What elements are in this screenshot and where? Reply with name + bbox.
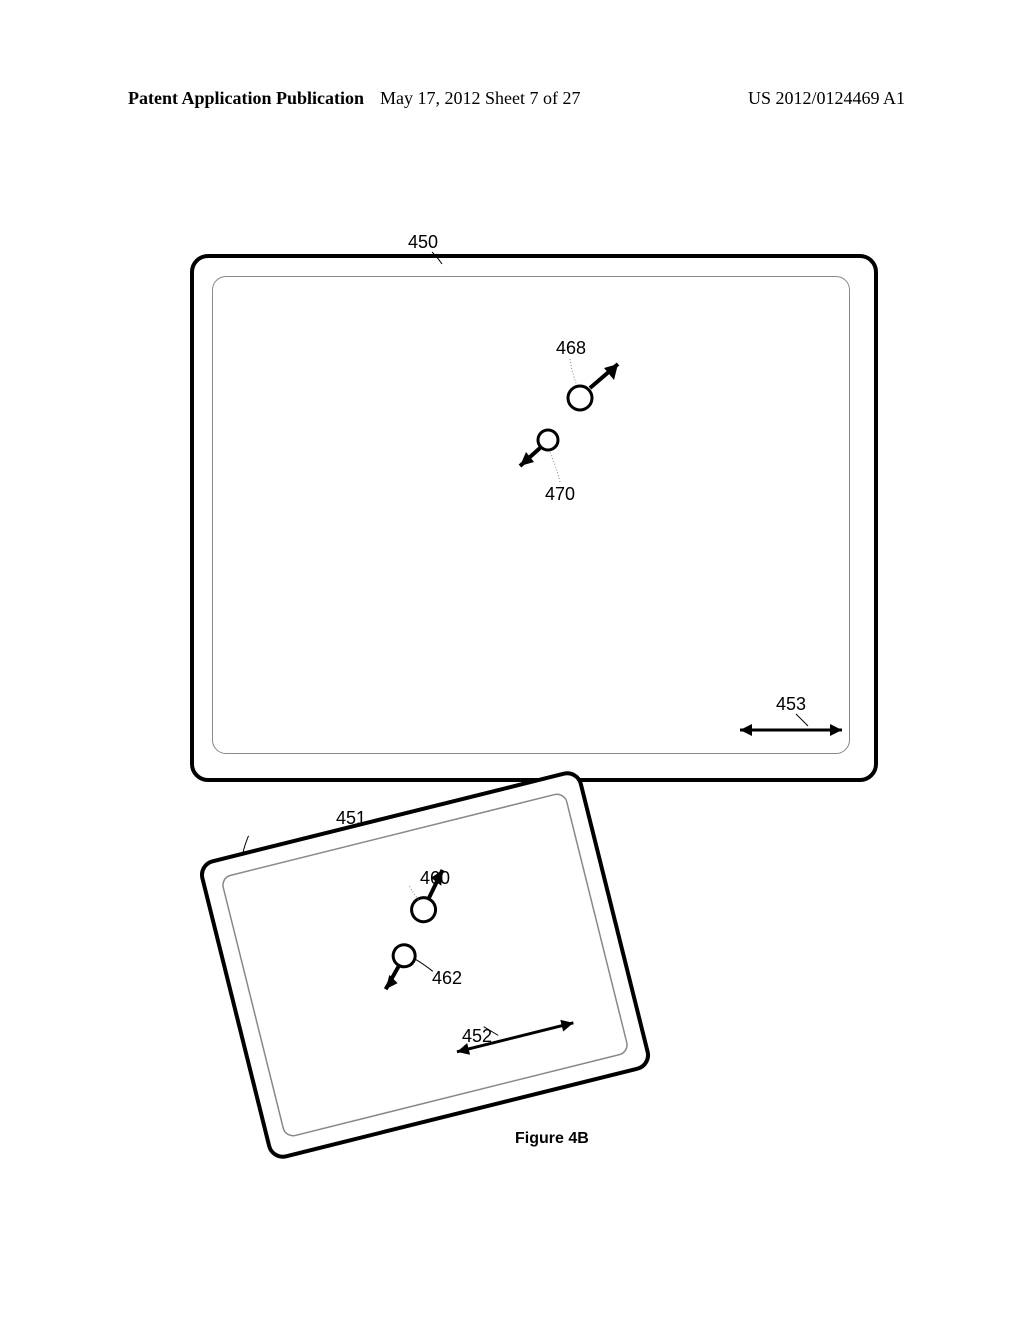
header-title: Patent Application Publication: [128, 88, 364, 109]
header-date-sheet: May 17, 2012 Sheet 7 of 27: [380, 88, 580, 109]
label-451: 451: [336, 808, 366, 829]
label-470: 470: [545, 484, 575, 505]
page-header: Patent Application Publication May 17, 2…: [0, 88, 1024, 118]
label-462: 462: [432, 968, 462, 989]
label-452: 452: [462, 1026, 492, 1047]
figure-caption: Figure 4B: [515, 1130, 589, 1148]
upper-device-screen: [212, 276, 850, 754]
label-468: 468: [556, 338, 586, 359]
label-450: 450: [408, 232, 438, 253]
header-pub-number: US 2012/0124469 A1: [748, 88, 905, 109]
label-453: 453: [776, 694, 806, 715]
label-460: 460: [420, 868, 450, 889]
